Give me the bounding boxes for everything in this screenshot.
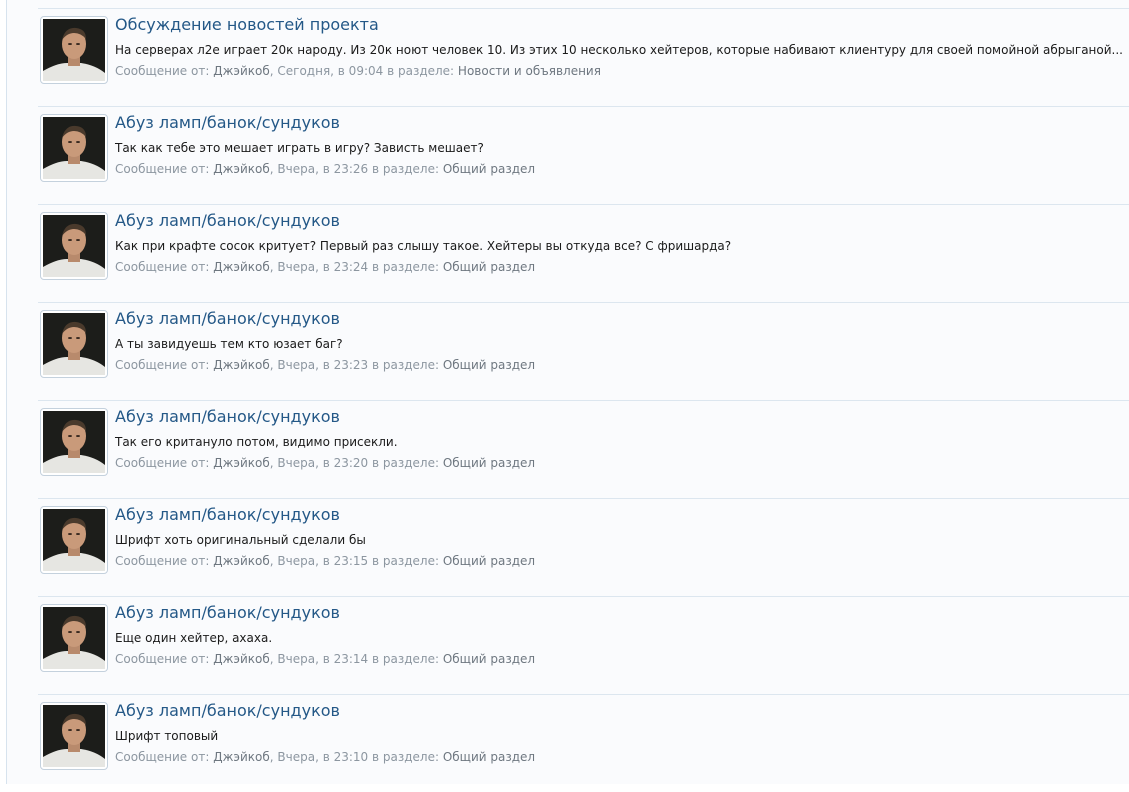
meta-date: , Сегодня, в 09:04 [269,64,384,78]
section-link[interactable]: Общий раздел [443,260,535,274]
author-link[interactable]: Джэйкоб [213,652,270,666]
avatar[interactable] [40,604,108,672]
result-meta: Сообщение от: Джэйкоб, Вчера, в 23:24 в … [115,260,535,274]
result-title-link[interactable]: Абуз ламп/банок/сундуков [115,603,340,622]
result-meta: Сообщение от: Джэйкоб, Вчера, в 23:23 в … [115,358,535,372]
author-link[interactable]: Джэйкоб [213,358,270,372]
author-link[interactable]: Джэйкоб [213,64,270,78]
result-title-link[interactable]: Абуз ламп/банок/сундуков [115,211,340,230]
result-meta: Сообщение от: Джэйкоб, Вчера, в 23:20 в … [115,456,535,470]
result-meta: Сообщение от: Джэйкоб, Вчера, в 23:14 в … [115,652,535,666]
avatar[interactable] [40,16,108,84]
meta-date: , Вчера, в 23:20 [269,456,369,470]
meta-date: , Вчера, в 23:10 [269,750,369,764]
result-snippet: На серверах л2е играет 20к народу. Из 20… [115,43,1123,57]
search-results-panel: Обсуждение новостей проекта На серверах … [6,0,1129,784]
result-snippet: Так его критануло потом, видимо присекли… [115,435,398,449]
meta-author-label: Сообщение от: [115,750,210,764]
meta-date: , Вчера, в 23:23 [269,358,369,372]
author-link[interactable]: Джэйкоб [213,750,270,764]
section-link[interactable]: Новости и объявления [458,64,601,78]
result-title-link[interactable]: Обсуждение новостей проекта [115,15,379,34]
meta-section-label: в разделе: [383,64,455,78]
result-title-link[interactable]: Абуз ламп/банок/сундуков [115,407,340,426]
result-snippet: Как при крафте сосок критует? Первый раз… [115,239,732,253]
section-link[interactable]: Общий раздел [443,750,535,764]
result-title-link[interactable]: Абуз ламп/банок/сундуков [115,309,340,328]
search-result: Абуз ламп/банок/сундуков Так его критану… [38,400,1129,498]
section-link[interactable]: Общий раздел [443,162,535,176]
result-title-link[interactable]: Абуз ламп/банок/сундуков [115,113,340,132]
author-link[interactable]: Джэйкоб [213,554,270,568]
meta-section-label: в разделе: [368,162,439,176]
result-meta: Сообщение от: Джэйкоб, Вчера, в 23:15 в … [115,554,535,568]
search-results-list: Обсуждение новостей проекта На серверах … [38,8,1129,792]
section-link[interactable]: Общий раздел [443,456,535,470]
result-title-link[interactable]: Абуз ламп/банок/сундуков [115,701,340,720]
avatar-photo [43,215,105,277]
avatar-photo [43,607,105,669]
avatar[interactable] [40,702,108,770]
meta-section-label: в разделе: [368,554,439,568]
avatar[interactable] [40,114,108,182]
meta-date: , Вчера, в 23:14 [269,652,369,666]
avatar-photo [43,411,105,473]
search-result: Абуз ламп/банок/сундуков А ты завидуешь … [38,302,1129,400]
search-result: Обсуждение новостей проекта На серверах … [38,8,1129,106]
result-snippet: Так как тебе это мешает играть в игру? З… [115,141,484,155]
meta-author-label: Сообщение от: [115,260,210,274]
meta-section-label: в разделе: [368,358,439,372]
avatar[interactable] [40,212,108,280]
search-result: Абуз ламп/банок/сундуков Еще один хейтер… [38,596,1129,694]
meta-section-label: в разделе: [368,652,439,666]
result-title-link[interactable]: Абуз ламп/банок/сундуков [115,505,340,524]
meta-date: , Вчера, в 23:24 [269,260,369,274]
section-link[interactable]: Общий раздел [443,652,535,666]
result-meta: Сообщение от: Джэйкоб, Сегодня, в 09:04 … [115,64,601,78]
author-link[interactable]: Джэйкоб [213,260,270,274]
search-result: Абуз ламп/банок/сундуков Как при крафте … [38,204,1129,302]
result-snippet: Шрифт топовый [115,729,219,743]
search-result: Абуз ламп/банок/сундуков Шрифт хоть ориг… [38,498,1129,596]
avatar-photo [43,313,105,375]
avatar[interactable] [40,310,108,378]
result-snippet: А ты завидуешь тем кто юзает баг? [115,337,343,351]
result-meta: Сообщение от: Джэйкоб, Вчера, в 23:10 в … [115,750,535,764]
result-meta: Сообщение от: Джэйкоб, Вчера, в 23:26 в … [115,162,535,176]
avatar-photo [43,705,105,767]
meta-author-label: Сообщение от: [115,64,210,78]
search-result: Абуз ламп/банок/сундуков Так как тебе эт… [38,106,1129,204]
search-result: Абуз ламп/банок/сундуков Шрифт топовый С… [38,694,1129,792]
section-link[interactable]: Общий раздел [443,554,535,568]
meta-section-label: в разделе: [368,750,439,764]
avatar-photo [43,117,105,179]
meta-date: , Вчера, в 23:26 [269,162,369,176]
meta-author-label: Сообщение от: [115,358,210,372]
meta-section-label: в разделе: [368,456,439,470]
meta-author-label: Сообщение от: [115,456,210,470]
avatar-photo [43,19,105,81]
author-link[interactable]: Джэйкоб [213,162,270,176]
meta-section-label: в разделе: [368,260,439,274]
result-snippet: Еще один хейтер, ахаха. [115,631,273,645]
avatar[interactable] [40,506,108,574]
meta-author-label: Сообщение от: [115,162,210,176]
meta-author-label: Сообщение от: [115,652,210,666]
result-snippet: Шрифт хоть оригинальный сделали бы [115,533,366,547]
meta-author-label: Сообщение от: [115,554,210,568]
avatar-photo [43,509,105,571]
avatar[interactable] [40,408,108,476]
meta-date: , Вчера, в 23:15 [269,554,369,568]
author-link[interactable]: Джэйкоб [213,456,270,470]
section-link[interactable]: Общий раздел [443,358,535,372]
